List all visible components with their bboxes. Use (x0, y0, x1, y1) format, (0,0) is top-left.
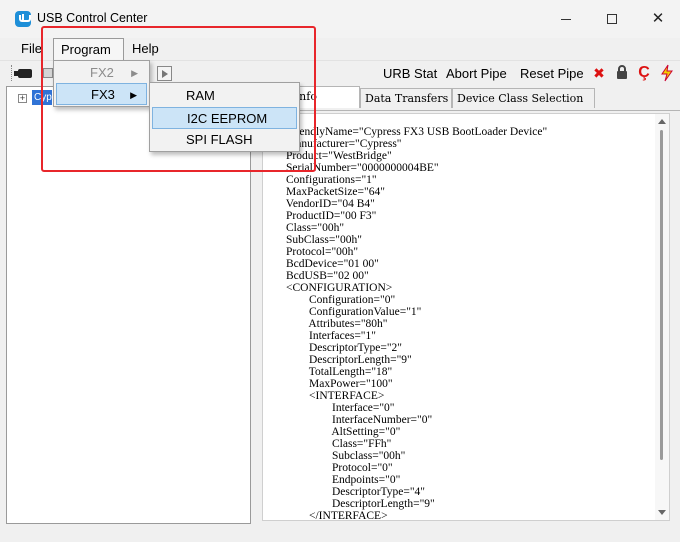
detail-panel: ptor Info Data Transfers Device Class Se… (253, 86, 680, 524)
close-button[interactable]: ✕ (635, 0, 680, 38)
menu-program[interactable]: Program (53, 38, 124, 60)
program-menu: FX2 ▶ FX3 ▶ (53, 60, 150, 107)
menu-item-spi-flash[interactable]: SPI FLASH (152, 129, 297, 151)
lock-icon[interactable] (614, 64, 630, 82)
descriptor-line: Interfaces="1" (263, 330, 376, 342)
play-icon[interactable] (157, 66, 172, 81)
descriptor-line: Protocol="0" (263, 462, 393, 474)
lightning-icon[interactable] (659, 64, 675, 82)
menu-help[interactable]: Help (132, 41, 159, 56)
descriptor-line: SubClass="00h" (263, 234, 362, 246)
stop-icon[interactable] (43, 68, 53, 78)
descriptor-line: </INTERFACE> (263, 510, 388, 521)
window-title: USB Control Center (37, 11, 148, 25)
descriptor-line: DescriptorType="4" (263, 486, 425, 498)
descriptor-line: Subclass="00h" (263, 450, 406, 462)
title-bar: USB Control Center ✕ (0, 0, 680, 38)
descriptor-line: Product="WestBridge" (263, 150, 392, 162)
scroll-up-icon[interactable] (658, 119, 666, 124)
fx3-submenu: RAM I2C EEPROM SPI FLASH (149, 82, 300, 152)
descriptor-line: FriendlyName="Cypress FX3 USB BootLoader… (263, 126, 548, 138)
descriptor-line: MaxPower="100" (263, 378, 393, 390)
submenu-arrow-icon: ▶ (131, 68, 138, 78)
descriptor-line: Interface="0" (263, 402, 395, 414)
descriptor-line: AltSetting="0" (263, 426, 401, 438)
tab-strip: ptor Info Data Transfers Device Class Se… (253, 86, 680, 111)
descriptor-line: Manufacturer="Cypress" (263, 138, 402, 150)
descriptor-line: ProductID="00 F3" (263, 210, 377, 222)
tab-data-transfers[interactable]: Data Transfers (360, 88, 452, 108)
descriptor-line: Class="FFh" (263, 438, 392, 450)
minimize-icon (561, 18, 571, 20)
close-icon: ✕ (651, 10, 665, 27)
menu-bar: File Program Help (0, 38, 680, 60)
menu-item-fx2[interactable]: FX2 ▶ (56, 62, 147, 84)
reset-pipe-button[interactable]: Reset Pipe (520, 66, 584, 81)
scroll-thumb[interactable] (660, 130, 663, 460)
menu-item-fx2-label: FX2 (90, 65, 114, 80)
submenu-arrow-icon: ▶ (130, 90, 137, 100)
descriptor-line: BcdDevice="01 00" (263, 258, 379, 270)
maximize-button[interactable] (589, 0, 635, 38)
menu-file[interactable]: File (21, 41, 42, 56)
maximize-icon (607, 14, 617, 25)
descriptor-line: ConfigurationValue="1" (263, 306, 422, 318)
menu-item-fx3-label: FX3 (91, 87, 115, 102)
descriptor-line: MaxPacketSize="64" (263, 186, 385, 198)
descriptor-line: BcdUSB="02 00" (263, 270, 369, 282)
scroll-down-icon[interactable] (658, 510, 666, 515)
descriptor-line: <CONFIGURATION> (263, 282, 393, 294)
vertical-scrollbar[interactable] (655, 114, 669, 520)
camera-icon[interactable] (14, 69, 32, 78)
tree-node-device[interactable]: Cyp (32, 90, 52, 105)
tab-divider (253, 110, 680, 111)
menu-item-i2c-eeprom-label: I2C EEPROM (187, 111, 268, 126)
minimize-button[interactable] (543, 0, 589, 38)
descriptor-line: Attributes="80h" (263, 318, 388, 330)
descriptor-line: InterfaceNumber="0" (263, 414, 433, 426)
descriptor-line: DescriptorType="2" (263, 342, 402, 354)
urb-stat-button[interactable]: URB Stat (383, 66, 437, 81)
descriptor-line: Configurations="1" (263, 174, 377, 186)
menu-item-ram[interactable]: RAM (152, 85, 297, 107)
descriptor-line: <DE> (263, 114, 658, 126)
descriptor-line: Protocol="00h" (263, 246, 359, 258)
descriptor-line: DescriptorLength="9" (263, 354, 412, 366)
descriptor-line: TotalLength="18" (263, 366, 393, 378)
descriptor-line: <INTERFACE> (263, 390, 385, 402)
descriptor-line: Class="00h" (263, 222, 345, 234)
expand-icon[interactable]: + (18, 94, 27, 103)
descriptor-line: Endpoints="0" (263, 474, 401, 486)
descriptor-line: DescriptorLength="9" (263, 498, 435, 510)
toolbar-grip[interactable] (11, 65, 12, 81)
descriptor-line: SerialNumber="0000000004BE" (263, 162, 439, 174)
menu-item-fx3[interactable]: FX3 ▶ (56, 83, 147, 105)
usb-app-icon (15, 11, 31, 27)
descriptor-line: VendorID="04 B4" (263, 198, 375, 210)
descriptor-lines: <DE> FriendlyName="Cypress FX3 USB BootL… (263, 114, 658, 521)
descriptor-line: Configuration="0" (263, 294, 396, 306)
x-icon[interactable]: ✖ (591, 64, 607, 82)
menu-item-i2c-eeprom[interactable]: I2C EEPROM (152, 107, 297, 129)
menu-item-ram-label: RAM (186, 88, 215, 103)
descriptor-text-area[interactable]: <DE> FriendlyName="Cypress FX3 USB BootL… (262, 113, 670, 521)
c-icon[interactable]: Ç (636, 64, 652, 82)
abort-pipe-button[interactable]: Abort Pipe (446, 66, 507, 81)
tab-device-class-selection[interactable]: Device Class Selection (452, 88, 595, 108)
menu-item-spi-flash-label: SPI FLASH (186, 132, 253, 147)
